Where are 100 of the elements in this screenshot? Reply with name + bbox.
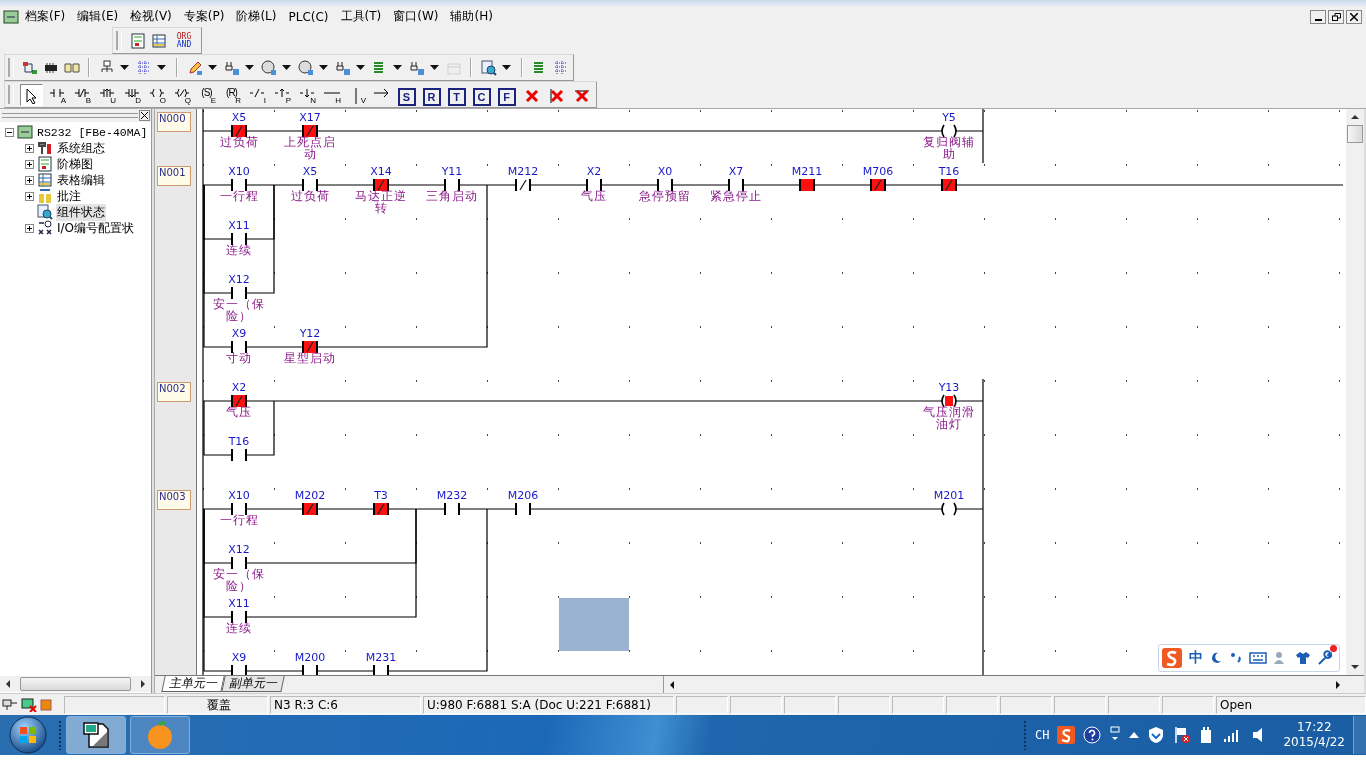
shield-icon[interactable] [1147, 726, 1166, 744]
keyboard-icon[interactable] [1249, 651, 1267, 666]
contact-symbol[interactable] [230, 663, 248, 676]
line-tool-button[interactable]: V [345, 83, 368, 106]
caret-icon[interactable] [157, 65, 166, 70]
line-tool-button[interactable]: H [320, 83, 343, 106]
start-button[interactable] [8, 715, 48, 755]
restore-icon [1331, 12, 1341, 21]
contact-symbol[interactable] [230, 555, 248, 571]
menu-item[interactable]: 阶梯(L) [230, 8, 283, 25]
ime-logo-icon[interactable] [1161, 647, 1183, 670]
contact-symbol[interactable] [301, 663, 319, 676]
scroll-thumb[interactable] [20, 677, 131, 691]
caret-icon[interactable] [120, 65, 129, 70]
caret-icon[interactable] [356, 65, 365, 70]
language-indicator[interactable]: CH [1035, 728, 1050, 742]
contact-symbol[interactable] [443, 501, 461, 517]
caret-icon[interactable] [502, 65, 511, 70]
coil-symbol[interactable] [939, 501, 959, 517]
scroll-thumb[interactable] [1347, 125, 1363, 143]
tree-item[interactable]: I/O编号配置状 [56, 219, 136, 237]
menu-item[interactable]: 辅助(H) [444, 8, 499, 25]
caret-icon[interactable] [319, 65, 328, 70]
sheet-tab[interactable]: 主单元一 [161, 676, 225, 693]
tree-item[interactable]: 系统组态 [56, 139, 106, 157]
rung-label[interactable]: N003 [157, 490, 191, 510]
device-comment: 一行程 [218, 190, 260, 202]
contact-symbol[interactable] [372, 501, 390, 517]
toolbar-grip[interactable] [8, 58, 14, 77]
menu-item[interactable]: 编辑(E) [71, 8, 125, 25]
coil-tool-button[interactable]: (S) E [195, 83, 218, 106]
tree-item[interactable]: RS232 [FBe-40MA] [36, 125, 149, 139]
contact-symbol[interactable] [940, 177, 958, 193]
ladder-canvas[interactable] [197, 109, 1346, 676]
shirt-icon[interactable] [1295, 651, 1311, 666]
device-comment: 气压润滑油灯 [922, 406, 976, 430]
device-address: M231 [364, 651, 398, 664]
minimize-button[interactable] [1310, 9, 1326, 24]
caret-icon[interactable] [245, 65, 254, 70]
help-icon[interactable] [1083, 726, 1102, 744]
rung-label[interactable]: N001 [157, 166, 191, 186]
menu-item[interactable]: 专案(P) [177, 8, 231, 25]
contact-icon [124, 87, 139, 100]
flag-icon[interactable] [1173, 726, 1192, 744]
tree-item[interactable]: 阶梯图 [56, 155, 94, 173]
toolbar-grip[interactable] [8, 85, 14, 104]
caret-icon[interactable] [430, 65, 439, 70]
show-hidden-icons-icon[interactable] [1129, 731, 1140, 739]
restore-button[interactable] [1328, 9, 1344, 24]
invert-tool-button[interactable]: I [245, 83, 268, 106]
contact-symbol[interactable] [514, 177, 532, 193]
org-and-button[interactable]: ORG AND [170, 29, 198, 52]
expand-icon[interactable] [25, 159, 34, 169]
expand-icon[interactable] [25, 143, 34, 153]
moon-icon[interactable] [1209, 651, 1223, 666]
contact-tool-button[interactable]: A [45, 83, 68, 106]
contact-symbol[interactable] [372, 663, 390, 676]
expand-icon[interactable] [25, 175, 34, 185]
menu-item[interactable]: 档案(F) [19, 8, 72, 25]
rung-label[interactable]: N000 [157, 112, 191, 132]
caret-icon[interactable] [282, 65, 291, 70]
coil-tool-button[interactable]: (R) R [220, 83, 243, 106]
coil-tool-button[interactable]: O [145, 83, 168, 106]
pulse-tool-button[interactable]: N [295, 83, 318, 106]
memory-usage: U:980 F:6881 S:A (Doc U:221 F:6881) [423, 695, 674, 714]
expand-icon[interactable] [25, 191, 34, 201]
toolbar-grip[interactable] [116, 31, 122, 50]
tree-item[interactable]: 组件状态 [56, 203, 106, 221]
menu-item[interactable]: 工具(T) [334, 8, 388, 25]
tree-item[interactable]: 表格编辑 [56, 171, 106, 189]
contact-symbol[interactable] [301, 501, 319, 517]
expand-icon[interactable] [25, 223, 34, 233]
collapse-icon[interactable] [5, 127, 14, 137]
contact-tool-button[interactable]: U [95, 83, 118, 106]
contact-symbol[interactable] [798, 177, 816, 193]
close-button[interactable] [139, 110, 150, 121]
contact-symbol[interactable] [230, 447, 248, 463]
sheet-tab[interactable]: 副单元一 [221, 676, 285, 693]
contact-symbol[interactable] [514, 501, 532, 517]
tree-item[interactable]: 批注 [56, 187, 82, 205]
input-mode-toggle[interactable]: 中 [1189, 649, 1203, 668]
horizontal-scrollbar[interactable] [0, 676, 151, 692]
clock[interactable]: 17:22 2015/4/22 [1283, 720, 1345, 750]
close-button[interactable] [1346, 9, 1362, 24]
menu-item[interactable]: 窗口(W) [387, 8, 445, 25]
contact-symbol[interactable] [869, 177, 887, 193]
contact-tool-button[interactable]: D [120, 83, 143, 106]
caret-icon[interactable] [393, 65, 402, 70]
contact-tool-button[interactable]: B [70, 83, 93, 106]
contact-symbol[interactable] [230, 285, 248, 301]
pointer-tool-button[interactable] [20, 83, 43, 106]
menu-item[interactable]: 检视(V) [124, 8, 178, 25]
menu-item[interactable]: PLC(C) [282, 9, 335, 24]
coil-tool-button[interactable]: Q [170, 83, 193, 106]
ime-logo-icon[interactable] [1057, 726, 1076, 744]
rung-label[interactable]: N002 [157, 382, 191, 402]
caret-icon[interactable] [208, 65, 217, 70]
pulse-tool-button[interactable]: P [270, 83, 293, 106]
taskbar-app-button[interactable] [66, 716, 126, 754]
device-address: X2 [585, 165, 603, 178]
